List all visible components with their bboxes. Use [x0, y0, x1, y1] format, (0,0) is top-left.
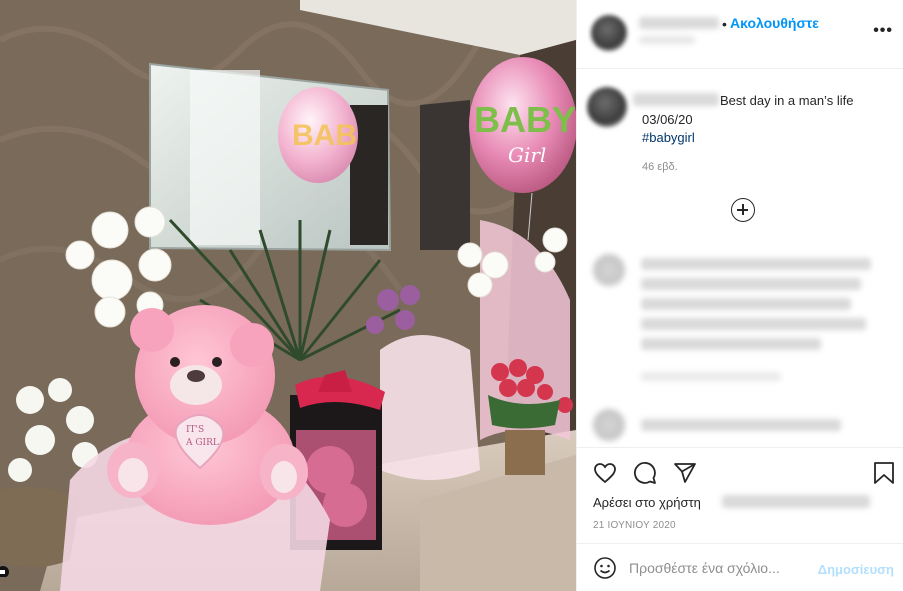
post-photo[interactable]: BAB BABY Girl IT'S A GIRL: [0, 0, 576, 591]
caption-date-line: 03/06/20: [642, 112, 693, 127]
caption-text: Best day in a man’s life: [720, 93, 854, 108]
bear-tag-line2: A GIRL: [185, 438, 219, 448]
comment-text-redacted: [641, 258, 871, 270]
comment-text-redacted: [641, 278, 861, 290]
author-location-redacted: [639, 36, 695, 44]
caption-author-redacted[interactable]: [633, 93, 719, 106]
comment-text-redacted: [641, 419, 841, 431]
bear-tag-line1: IT'S: [186, 425, 204, 435]
balloon-left-text: BAB: [292, 119, 357, 152]
author-username-redacted[interactable]: [639, 17, 719, 29]
balloon-right-subtext: Girl: [508, 143, 546, 167]
likes-text: Αρέσει στο χρήστη: [593, 495, 701, 510]
post-side-panel: • Ακολουθήστε ••• Best day in a man’s li…: [576, 0, 903, 591]
more-options-icon[interactable]: •••: [873, 22, 893, 40]
separator-dot: •: [722, 16, 727, 32]
heart-icon[interactable]: [593, 461, 617, 485]
author-avatar[interactable]: [591, 15, 627, 51]
multi-photo-icon: [0, 566, 9, 577]
comment-text-redacted: [641, 338, 821, 350]
photo-illustration: BAB BABY Girl IT'S A GIRL: [0, 0, 576, 591]
emoji-icon[interactable]: [593, 556, 617, 580]
share-icon[interactable]: [673, 461, 697, 485]
comment-icon[interactable]: [633, 461, 657, 485]
publish-button[interactable]: Δημοσίευση: [818, 562, 894, 577]
post-actions: Αρέσει στο χρήστη 21 ΙΟΥΝΙΟΥ 2020: [577, 447, 903, 543]
comment-avatar[interactable]: [593, 254, 625, 286]
follow-button[interactable]: Ακολουθήστε: [730, 15, 819, 31]
caption-author-avatar[interactable]: [587, 87, 627, 127]
comment-text-redacted: [641, 318, 866, 330]
add-comment-form: Δημοσίευση: [577, 543, 903, 591]
comment-avatar[interactable]: [593, 409, 625, 441]
balloon-right-text: BABY: [474, 99, 576, 140]
comment-meta-redacted: [641, 372, 781, 381]
comment-input[interactable]: [629, 557, 819, 579]
caption-hashtag-link[interactable]: #babygirl: [642, 130, 695, 145]
comment-text-redacted: [641, 298, 851, 310]
bookmark-icon[interactable]: [873, 461, 895, 485]
post-header: • Ακολουθήστε •••: [577, 0, 903, 69]
likes-user-redacted[interactable]: [722, 495, 870, 508]
post-date[interactable]: 21 ΙΟΥΝΙΟΥ 2020: [593, 520, 676, 531]
comments-section[interactable]: Best day in a man’s life 03/06/20 #babyg…: [577, 69, 903, 447]
caption-time-ago: 46 εβδ.: [642, 161, 678, 173]
load-more-comments-icon[interactable]: [731, 198, 755, 222]
